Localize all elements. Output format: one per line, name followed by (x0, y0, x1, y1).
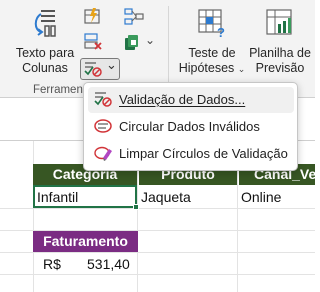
forecast-sheet-button[interactable]: Planilha de Previsão (248, 8, 312, 76)
menu-item-clear-validation-circles[interactable]: Limpar Círculos de Validação (88, 141, 294, 167)
chevron-down-icon: ⌄ (106, 57, 117, 72)
text-to-columns-line1: Texto para (15, 46, 75, 60)
menu-item-data-validation[interactable]: Validação de Dados... (88, 87, 294, 113)
text-to-columns-icon (14, 8, 76, 42)
data-validation-menu: Validação de Dados... Circular Dados Inv… (83, 82, 298, 171)
faturamento-header[interactable]: Faturamento (33, 231, 138, 252)
faturamento-currency: R$ (43, 256, 61, 272)
gridline (0, 208, 315, 209)
menu-item-label: Limpar Círculos de Validação (119, 146, 288, 161)
chevron-down-icon: ⌄ (237, 64, 246, 74)
what-if-line2: Hipóteses (178, 61, 235, 75)
consolidate-icon[interactable] (124, 8, 144, 31)
text-to-columns-line2: Colunas (22, 61, 68, 75)
menu-item-circle-invalid-data[interactable]: Circular Dados Inválidos (88, 114, 294, 140)
forecast-sheet-line1: Planilha de (249, 46, 311, 60)
circle-invalid-icon (94, 118, 112, 139)
what-if-analysis-icon: ? (177, 8, 247, 42)
what-if-line1: Teste de (188, 46, 236, 60)
ribbon-separator (168, 6, 169, 90)
what-if-analysis-button[interactable]: ? Teste de Hipóteses ⌄ (177, 8, 247, 77)
flash-fill-icon[interactable] (84, 7, 102, 30)
text-to-columns-button[interactable]: Texto para Colunas (14, 8, 76, 76)
data-validation-icon (84, 61, 102, 82)
active-cell-selection (33, 185, 137, 208)
clear-circles-icon (94, 145, 112, 166)
forecast-sheet-line2: Previsão (255, 61, 305, 75)
svg-text:?: ? (217, 25, 225, 38)
chevron-down-icon[interactable]: ⌄ (145, 33, 155, 47)
data-validation-dropdown-button[interactable]: ⌄ (80, 57, 120, 82)
cell-produto[interactable]: Jaqueta (141, 186, 191, 208)
group-label-data-tools: Ferramen (33, 84, 83, 96)
cell-canal[interactable]: Online (241, 186, 281, 208)
menu-item-label: Validação de Dados... (119, 92, 246, 107)
menu-item-label: Circular Dados Inválidos (119, 119, 260, 134)
forecast-sheet-icon (248, 8, 312, 42)
data-model-icon[interactable] (124, 34, 144, 57)
fill-handle[interactable] (133, 204, 139, 210)
faturamento-value[interactable]: 531,40 (87, 253, 130, 275)
remove-duplicates-icon[interactable] (84, 33, 102, 56)
data-validation-icon (94, 91, 112, 112)
